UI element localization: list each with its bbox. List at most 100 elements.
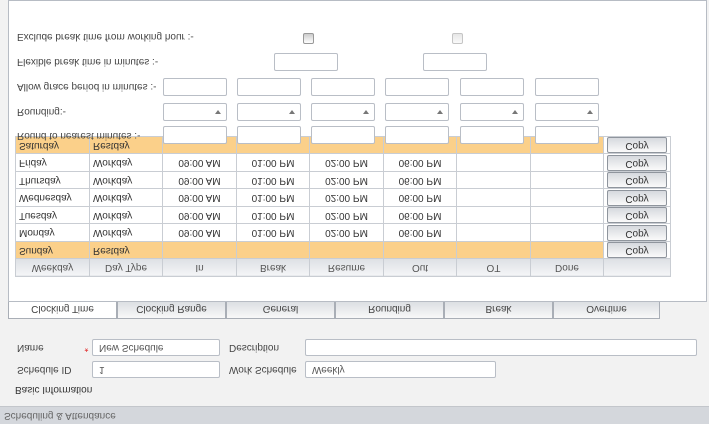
flexible-break-input[interactable] <box>274 53 338 71</box>
col-resume-header: Resume <box>309 259 384 277</box>
break-cell[interactable]: 01:00 PM <box>236 224 310 242</box>
window-title: Scheduling & Attendance <box>4 410 116 421</box>
tab-overtime[interactable]: Overtime <box>553 301 660 319</box>
rounding-dropdown[interactable] <box>460 103 524 121</box>
out-cell[interactable]: 06:00 PM <box>383 154 457 172</box>
weekday-cell: Friday <box>15 154 90 172</box>
resume-cell[interactable]: 02:00 PM <box>309 206 384 224</box>
grace-input[interactable] <box>535 78 599 96</box>
rounding-dropdown[interactable] <box>385 103 449 121</box>
in-cell[interactable]: 09:00 AM <box>162 224 237 242</box>
resume-cell[interactable]: 02:00 PM <box>309 224 384 242</box>
col-copy-header <box>603 259 671 277</box>
round-input[interactable] <box>385 126 449 144</box>
table-row[interactable]: Tuesday Workday 09:00 AM 01:00 PM 02:00 … <box>15 206 671 224</box>
ot-cell[interactable] <box>456 224 531 242</box>
in-cell[interactable]: 09:00 AM <box>162 154 237 172</box>
copy-button[interactable]: Copy <box>607 207 667 224</box>
rounding-dropdown[interactable] <box>163 103 227 121</box>
break-cell[interactable]: 01:00 PM <box>236 171 310 189</box>
chevron-down-icon <box>215 110 221 114</box>
break-cell[interactable]: 01:00 PM <box>236 206 310 224</box>
chevron-down-icon <box>512 110 518 114</box>
rounding-dropdown[interactable] <box>535 103 599 121</box>
round-input[interactable] <box>237 126 301 144</box>
round-input[interactable] <box>163 126 227 144</box>
window-title-bar: Scheduling & Attendance <box>0 406 709 424</box>
table-row[interactable]: Wednesday Workday 09:00 AM 01:00 PM 02:0… <box>15 189 671 207</box>
done-cell[interactable] <box>530 171 604 189</box>
daytype-cell[interactable]: Restday <box>89 241 163 259</box>
out-cell[interactable]: 06:00 PM <box>383 224 457 242</box>
out-cell[interactable]: 06:00 PM <box>383 171 457 189</box>
name-field[interactable]: New Schedule <box>92 339 220 356</box>
tab-rounding[interactable]: Rounding <box>335 301 444 319</box>
rounding-dropdown[interactable] <box>311 103 375 121</box>
round-input[interactable] <box>535 126 599 144</box>
break-cell[interactable]: 01:00 PM <box>236 154 310 172</box>
table-row[interactable]: Thursday Workday 09:00 AM 01:00 PM 02:00… <box>15 171 671 189</box>
daytype-cell[interactable]: Workday <box>89 206 163 224</box>
resume-cell[interactable]: 02:00 PM <box>309 171 384 189</box>
out-cell[interactable]: 06:00 PM <box>383 206 457 224</box>
schedule-id-field[interactable]: 1 <box>92 361 220 378</box>
round-input[interactable] <box>311 126 375 144</box>
grace-period-label: Allow grace period in minutes :- <box>17 81 157 92</box>
ot-cell[interactable] <box>456 171 531 189</box>
chevron-down-icon <box>289 110 295 114</box>
break-cell[interactable]: 01:00 PM <box>236 189 310 207</box>
daytype-cell[interactable]: Workday <box>89 171 163 189</box>
tab-clocking-range[interactable]: Clocking Range <box>117 301 226 319</box>
copy-button[interactable]: Copy <box>607 154 667 171</box>
resume-cell[interactable] <box>309 241 384 259</box>
done-cell[interactable] <box>530 206 604 224</box>
out-cell[interactable]: 06:00 PM <box>383 189 457 207</box>
ot-cell[interactable] <box>456 206 531 224</box>
resume-cell[interactable]: 02:00 PM <box>309 154 384 172</box>
done-cell[interactable] <box>530 189 604 207</box>
in-cell[interactable]: 09:00 AM <box>162 206 237 224</box>
grace-input[interactable] <box>460 78 524 96</box>
work-schedule-field[interactable]: Weekly <box>305 361 496 378</box>
tab-clocking-time[interactable]: Clocking Time <box>8 301 117 319</box>
done-cell[interactable] <box>530 224 604 242</box>
grace-input[interactable] <box>385 78 449 96</box>
round-nearest-label: Round to nearest minutes :- <box>17 130 141 141</box>
ot-cell[interactable] <box>456 241 531 259</box>
copy-button[interactable]: Copy <box>607 224 667 241</box>
col-weekday-header: Weekday <box>15 259 90 277</box>
tab-general[interactable]: General <box>226 301 335 319</box>
copy-button[interactable]: Copy <box>607 189 667 206</box>
table-row[interactable]: Friday Workday 09:00 AM 01:00 PM 02:00 P… <box>15 154 671 172</box>
in-cell[interactable]: 09:00 AM <box>162 189 237 207</box>
basic-info-section-title: Basic Information <box>15 384 93 395</box>
copy-button[interactable]: Copy <box>607 137 667 154</box>
ot-cell[interactable] <box>456 189 531 207</box>
daytype-cell[interactable]: Workday <box>89 224 163 242</box>
break-cell[interactable] <box>236 241 310 259</box>
table-row[interactable]: Sunday Restday Copy <box>15 241 671 259</box>
resume-cell[interactable]: 02:00 PM <box>309 189 384 207</box>
in-cell[interactable]: 09:00 AM <box>162 171 237 189</box>
grace-input[interactable] <box>237 78 301 96</box>
rounding-dropdown[interactable] <box>237 103 301 121</box>
table-row[interactable]: Monday Workday 09:00 AM 01:00 PM 02:00 P… <box>15 224 671 242</box>
tab-break[interactable]: Break <box>444 301 553 319</box>
description-field[interactable] <box>305 339 697 356</box>
copy-button[interactable]: Copy <box>607 242 667 259</box>
out-cell[interactable] <box>383 241 457 259</box>
round-input[interactable] <box>460 126 524 144</box>
flexible-break-input[interactable] <box>423 53 487 71</box>
col-ot-header: OT <box>456 259 531 277</box>
done-cell[interactable] <box>530 241 604 259</box>
in-cell[interactable] <box>162 241 237 259</box>
exclude-break-checkbox[interactable] <box>303 33 314 44</box>
copy-button[interactable]: Copy <box>607 172 667 189</box>
grace-input[interactable] <box>311 78 375 96</box>
ot-cell[interactable] <box>456 154 531 172</box>
daytype-cell[interactable]: Workday <box>89 189 163 207</box>
exclude-break-checkbox[interactable] <box>452 33 463 44</box>
done-cell[interactable] <box>530 154 604 172</box>
grace-input[interactable] <box>163 78 227 96</box>
daytype-cell[interactable]: Workday <box>89 154 163 172</box>
